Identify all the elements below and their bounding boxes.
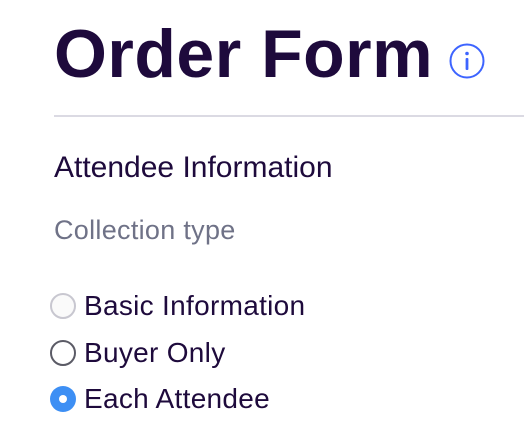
radio-option-basic-information[interactable]: Basic Information (50, 283, 305, 330)
radio-option-each-attendee[interactable]: Each Attendee (50, 376, 305, 423)
radio-button-each-attendee[interactable] (50, 386, 76, 413)
page-title: Order Form (54, 16, 434, 92)
info-icon[interactable] (449, 43, 485, 79)
header-divider (54, 115, 524, 117)
radio-button-buyer-only[interactable] (50, 339, 76, 366)
radio-label-buyer-only[interactable]: Buyer Only (84, 335, 226, 371)
title-row: Order Form (54, 14, 485, 94)
radio-button-basic-information[interactable] (50, 293, 76, 320)
radio-label-each-attendee[interactable]: Each Attendee (84, 381, 270, 417)
collection-type-label: Collection type (54, 215, 236, 245)
collection-type-radio-group: Basic Information Buyer Only Each Attend… (50, 283, 305, 423)
section-title: Attendee Information (54, 151, 333, 184)
radio-label-basic-information[interactable]: Basic Information (84, 288, 305, 324)
radio-option-buyer-only[interactable]: Buyer Only (50, 330, 305, 377)
